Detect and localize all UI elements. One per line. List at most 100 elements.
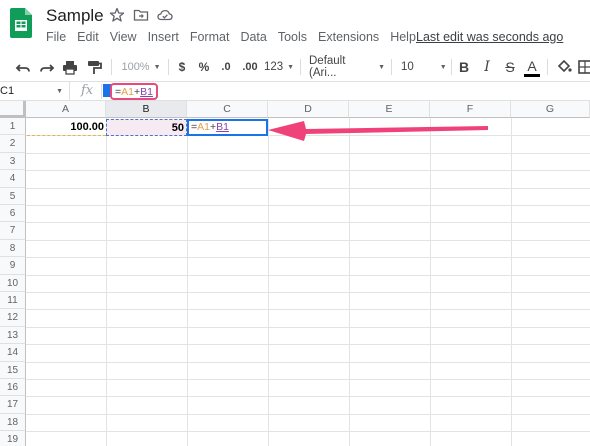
move-to-folder-icon[interactable] [133, 7, 149, 23]
cell-c1-ref-b1: B1 [216, 121, 229, 133]
column-header-a[interactable]: A [26, 101, 106, 118]
toolbar-divider [547, 59, 548, 75]
row-gridline [26, 431, 590, 433]
row-header[interactable]: 8 [0, 239, 26, 258]
row-gridline [26, 379, 590, 380]
redo-icon[interactable] [38, 57, 56, 77]
select-all-corner[interactable] [0, 101, 26, 118]
cell-c1-editor[interactable]: =A1+B1 [187, 119, 268, 136]
formula-input[interactable]: =A1+B1 [110, 83, 158, 100]
chevron-down-icon: ▼ [56, 88, 63, 95]
row-header[interactable]: 10 [0, 274, 26, 292]
formula-ref-b1: B1 [140, 86, 153, 98]
font-size-value: 10 [401, 61, 414, 73]
row-gridline [26, 396, 590, 398]
row-header[interactable]: 3 [0, 152, 26, 171]
toolbar-divider [300, 59, 301, 75]
row-gridline [26, 326, 590, 328]
row-gridline [26, 361, 590, 363]
menu-help[interactable]: Help [390, 30, 416, 46]
toolbar-divider [168, 59, 169, 75]
menu-data[interactable]: Data [240, 30, 266, 46]
sheets-logo-icon[interactable] [10, 8, 32, 38]
text-color-button[interactable]: A [524, 57, 540, 77]
row-header[interactable]: 19 [0, 431, 26, 446]
cell-a1[interactable]: 100.00 [27, 119, 106, 136]
spreadsheet-grid[interactable]: A B C D E F G 1 2 3 4 5 6 7 8 9 10 11 12 13 14 15 16 17 1… [0, 101, 590, 446]
formula-bar: C1 ▼ fx =A1+B1 [0, 82, 590, 101]
row-gridline [26, 309, 590, 311]
row-header[interactable]: 18 [0, 413, 26, 432]
row-header[interactable]: 5 [0, 187, 26, 205]
name-box[interactable]: C1 ▼ [0, 82, 70, 101]
more-formats-label: 123 [263, 61, 284, 73]
fill-color-icon[interactable] [556, 57, 572, 77]
star-icon[interactable] [109, 7, 125, 23]
column-gridline [187, 118, 188, 446]
column-header-b[interactable]: B [106, 101, 187, 118]
currency-format-button[interactable]: $ [175, 57, 189, 77]
strikethrough-button[interactable]: S [503, 57, 517, 77]
column-header-c[interactable]: C [187, 101, 268, 118]
row-header[interactable]: 14 [0, 344, 26, 362]
doc-title[interactable]: Sample [46, 6, 104, 26]
row-gridline [26, 239, 590, 241]
paint-format-icon[interactable] [85, 57, 103, 77]
column-gridline [106, 118, 107, 446]
undo-icon[interactable] [14, 57, 32, 77]
menu-edit[interactable]: Edit [77, 30, 99, 46]
row-header[interactable]: 1 [0, 118, 26, 136]
increase-decimal-button[interactable]: .00 [240, 57, 260, 77]
menu-view[interactable]: View [110, 30, 137, 46]
chevron-down-icon: ▼ [153, 63, 161, 71]
borders-icon[interactable] [578, 57, 590, 77]
zoom-dropdown[interactable]: 100% ▼ [118, 57, 164, 77]
toolbar: 100% ▼ $ % .0 .00 123 ▼ Default (Ari... ▼ 1… [0, 52, 590, 82]
row-header[interactable]: 6 [0, 205, 26, 223]
font-size-dropdown[interactable]: 10 ▼ [401, 57, 447, 77]
menu-insert[interactable]: Insert [148, 30, 179, 46]
percent-format-button[interactable]: % [197, 57, 211, 77]
row-header[interactable]: 17 [0, 396, 26, 414]
cell-c1-ref-a1: A1 [197, 121, 210, 133]
decrease-decimal-button[interactable]: .0 [218, 57, 234, 77]
column-gridline [430, 118, 431, 446]
cell-a1-reference-outline [27, 135, 106, 136]
row-gridline [26, 205, 590, 206]
menu-bar: File Edit View Insert Format Data Tools … [46, 30, 427, 46]
row-gridline [26, 344, 590, 346]
row-header[interactable]: 11 [0, 292, 26, 310]
font-family-dropdown[interactable]: Default (Ari... ▼ [309, 55, 385, 79]
cloud-status-icon[interactable] [157, 7, 173, 23]
row-header[interactable]: 2 [0, 135, 26, 153]
row-gridline [26, 257, 590, 259]
toolbar-divider [451, 59, 452, 75]
font-family-value: Default (Ari... [309, 55, 346, 79]
row-header[interactable]: 9 [0, 257, 26, 275]
row-header[interactable]: 4 [0, 170, 26, 188]
formula-divider [101, 84, 102, 99]
print-icon[interactable] [61, 57, 79, 77]
row-header[interactable]: 13 [0, 326, 26, 345]
row-header[interactable]: 7 [0, 222, 26, 240]
menu-extensions[interactable]: Extensions [318, 30, 379, 46]
more-formats-dropdown[interactable]: 123 ▼ [263, 57, 294, 77]
row-gridline [26, 170, 590, 172]
italic-button[interactable]: I [480, 57, 494, 77]
zoom-value: 100% [121, 61, 150, 73]
row-header[interactable]: 16 [0, 379, 26, 397]
bold-button[interactable]: B [457, 57, 471, 77]
column-header-g[interactable]: G [511, 101, 590, 118]
fx-icon: fx [81, 83, 94, 98]
row-gridline [26, 274, 590, 276]
menu-tools[interactable]: Tools [278, 30, 307, 46]
row-header[interactable]: 15 [0, 361, 26, 379]
chevron-down-icon: ▼ [378, 63, 385, 71]
row-gridline [26, 222, 590, 224]
menu-file[interactable]: File [46, 30, 66, 46]
row-header[interactable]: 12 [0, 309, 26, 327]
last-edit-link[interactable]: Last edit was seconds ago [416, 30, 563, 44]
cell-b1[interactable]: 50 [106, 119, 187, 136]
annotation-arrow-icon [268, 121, 488, 141]
menu-format[interactable]: Format [190, 30, 230, 46]
